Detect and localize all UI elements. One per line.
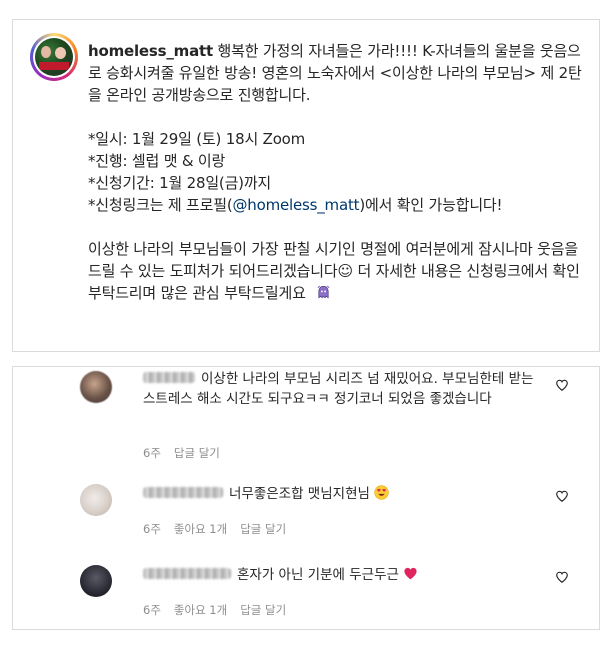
comment-text-block: 너무좋은조합 맷님지현님: [143, 484, 548, 504]
event-host-line: *진행: 셀럽 맷 & 이랑: [88, 152, 226, 170]
commenter-username-blurred[interactable]: [143, 487, 223, 498]
username-link[interactable]: homeless_matt: [88, 42, 213, 60]
comments-panel: 이상한 나라의 부모님 시리즈 넘 재밌어요. 부모님한테 받는 스트레스 해소…: [12, 366, 600, 630]
profile-mention-link[interactable]: @homeless_matt: [233, 196, 360, 214]
event-link-line: *신청링크는 제 프로필(@homeless_matt)에서 확인 가능합니다!: [88, 196, 503, 214]
comment-meta: 6주 답글 달기: [143, 445, 233, 461]
heart-outline-icon[interactable]: [555, 489, 569, 503]
commenter-avatar[interactable]: [80, 484, 112, 516]
post-caption: homeless_matt 행복한 가정의 자녀들은 가라!!!! K-자녀들의…: [88, 40, 588, 304]
reply-button[interactable]: 답글 달기: [240, 522, 286, 536]
comment-text: 혼자가 아닌 기분에 두근두근: [237, 567, 399, 583]
ghost-emoji: [317, 285, 330, 299]
heart-outline-icon[interactable]: [555, 378, 569, 392]
comment-time: 6주: [143, 522, 161, 536]
caption-closing-text: 이상한 나라의 부모님들이 가장 판칠 시기인 명절에 여러분에게 잠시나마 웃…: [88, 240, 580, 302]
profile-avatar-story-ring[interactable]: [30, 33, 78, 81]
reply-button[interactable]: 답글 달기: [174, 446, 220, 460]
comment-time: 6주: [143, 603, 161, 617]
comment-time: 6주: [143, 446, 161, 460]
heart-eyes-emoji: [374, 485, 389, 500]
post-caption-panel: homeless_matt 행복한 가정의 자녀들은 가라!!!! K-자녀들의…: [12, 19, 600, 352]
event-period-line: *신청기간: 1월 28일(금)까지: [88, 174, 272, 192]
red-heart-emoji: [404, 567, 417, 580]
heart-outline-icon[interactable]: [555, 570, 569, 584]
comment-text-block: 혼자가 아닌 기분에 두근두근: [143, 565, 548, 585]
commenter-username-blurred[interactable]: [143, 372, 195, 383]
commenter-username-blurred[interactable]: [143, 568, 231, 579]
comment-meta: 6주 좋아요 1개 답글 달기: [143, 521, 299, 537]
commenter-avatar[interactable]: [80, 371, 112, 403]
caption-closing: 이상한 나라의 부모님들이 가장 판칠 시기인 명절에 여러분에게 잠시나마 웃…: [88, 238, 588, 304]
comment-text-block: 이상한 나라의 부모님 시리즈 넘 재밌어요. 부모님한테 받는 스트레스 해소…: [143, 369, 548, 409]
event-date-line: *일시: 1월 29일 (토) 18시 Zoom: [88, 130, 306, 148]
likes-count[interactable]: 좋아요 1개: [174, 522, 227, 536]
comment-text: 이상한 나라의 부모님 시리즈 넘 재밌어요. 부모님한테 받는 스트레스 해소…: [143, 371, 534, 407]
caption-intro: homeless_matt 행복한 가정의 자녀들은 가라!!!! K-자녀들의…: [88, 40, 588, 106]
comment-text: 너무좋은조합 맷님지현님: [229, 486, 370, 502]
avatar[interactable]: [35, 38, 73, 76]
comment-meta: 6주 좋아요 1개 답글 달기: [143, 602, 299, 618]
likes-count[interactable]: 좋아요 1개: [174, 603, 227, 617]
avatar-border: [33, 36, 75, 78]
commenter-avatar[interactable]: [80, 565, 112, 597]
reply-button[interactable]: 답글 달기: [240, 603, 286, 617]
